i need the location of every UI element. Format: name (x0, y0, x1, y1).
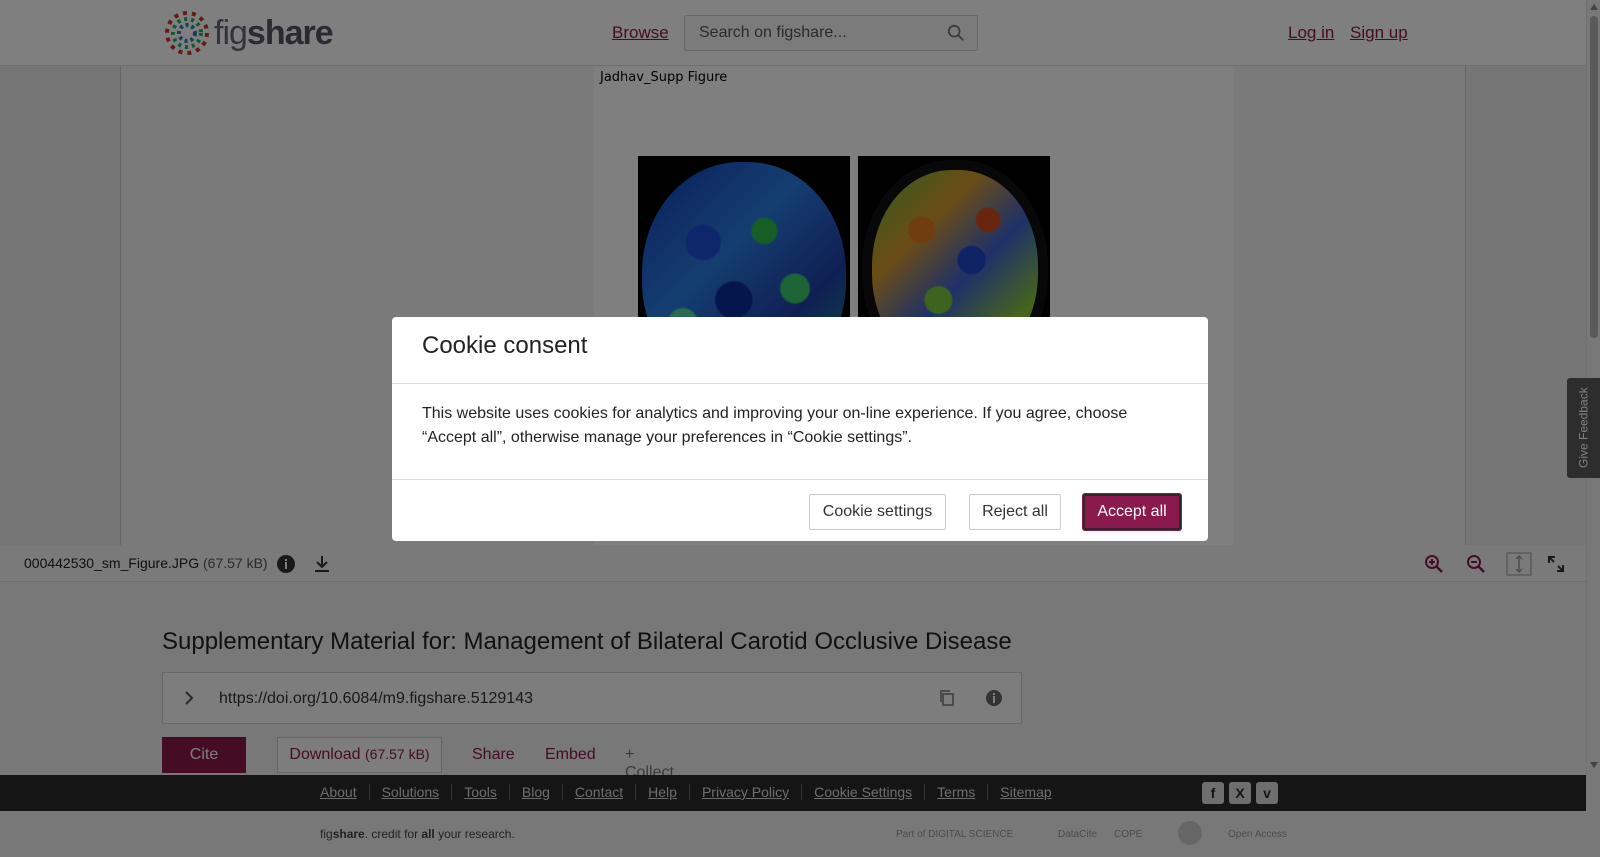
cookie-consent-body: This website uses cookies for analytics … (422, 405, 1128, 446)
cookie-settings-button[interactable]: Cookie settings (809, 494, 946, 530)
accept-all-button[interactable]: Accept all (1083, 494, 1181, 530)
cookie-consent-dialog: Cookie consent This website uses cookies… (392, 317, 1208, 541)
divider (392, 479, 1208, 480)
reject-all-button[interactable]: Reject all (969, 494, 1061, 530)
cookie-consent-title: Cookie consent (422, 332, 588, 359)
divider (392, 383, 1208, 384)
